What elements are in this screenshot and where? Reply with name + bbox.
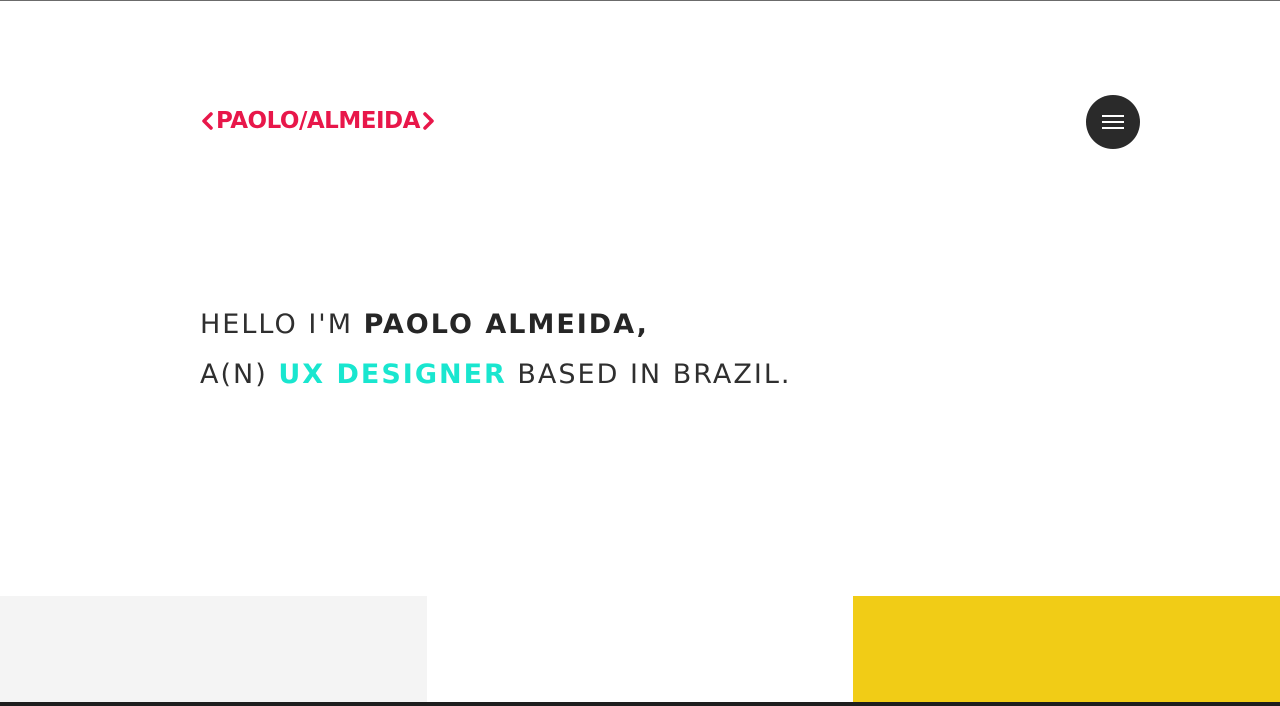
chevron-right-icon xyxy=(422,111,436,131)
hamburger-menu-icon xyxy=(1102,115,1124,129)
chevron-left-icon xyxy=(200,111,214,131)
hero-line-1: HELLO I'M PAOLO ALMEIDA, xyxy=(200,300,791,350)
top-border xyxy=(0,0,1280,1)
logo-text: PAOLO/ALMEIDA xyxy=(216,108,420,134)
hero-location: BASED IN BRAZIL. xyxy=(506,359,792,390)
hero-article: A(N) xyxy=(200,359,279,390)
portfolio-tile-3[interactable] xyxy=(853,596,1280,702)
hero-name: PAOLO ALMEIDA, xyxy=(363,309,649,340)
hero-greeting: HELLO I'M xyxy=(200,309,364,340)
bottom-border xyxy=(0,702,1280,706)
hero-role: UX DESIGNER xyxy=(278,359,507,390)
hero-intro: HELLO I'M PAOLO ALMEIDA, A(N) UX DESIGNE… xyxy=(200,300,791,400)
menu-button[interactable] xyxy=(1086,95,1140,149)
portfolio-tile-2[interactable] xyxy=(427,596,853,702)
hero-line-2: A(N) UX DESIGNER BASED IN BRAZIL. xyxy=(200,350,791,400)
site-logo[interactable]: PAOLO/ALMEIDA xyxy=(200,106,436,136)
portfolio-tile-1[interactable] xyxy=(0,596,427,702)
